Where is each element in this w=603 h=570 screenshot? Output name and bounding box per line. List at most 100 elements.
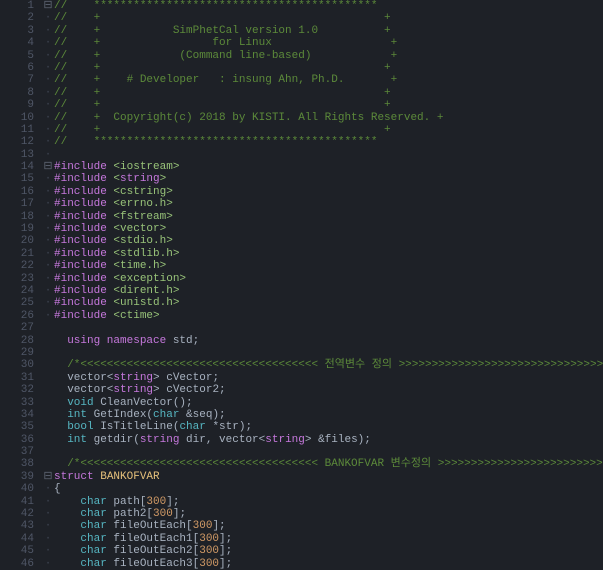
line-number: 39	[0, 471, 34, 483]
fold-guide: ·	[42, 508, 54, 520]
code-line[interactable]: char fileOutEach3[300];	[54, 558, 603, 570]
code-line[interactable]: vector<string> cVector2;	[54, 384, 603, 396]
line-number: 27	[0, 322, 34, 334]
line-number: 34	[0, 409, 34, 421]
line-number: 30	[0, 359, 34, 371]
fold-guide: ·	[42, 483, 54, 495]
fold-guide: ·	[42, 12, 54, 24]
fold-guide: ·	[42, 496, 54, 508]
code-line[interactable]	[54, 347, 603, 359]
line-number: 42	[0, 508, 34, 520]
line-number: 12	[0, 136, 34, 148]
line-number: 11	[0, 124, 34, 136]
line-number: 19	[0, 223, 34, 235]
line-number: 31	[0, 372, 34, 384]
code-line[interactable]: char path[300];	[54, 496, 603, 508]
code-line[interactable]: // + # Developer : insung Ahn, Ph.D. +	[54, 74, 603, 86]
code-line[interactable]: // *************************************…	[54, 136, 603, 148]
line-number: 37	[0, 446, 34, 458]
code-line[interactable]: {	[54, 483, 603, 495]
code-line[interactable]: // + SimPhetCal version 1.0 +	[54, 25, 603, 37]
line-number: 44	[0, 533, 34, 545]
fold-toggle-icon[interactable]: ⊟	[42, 471, 54, 483]
fold-guide	[42, 372, 54, 384]
fold-guide: ·	[42, 248, 54, 260]
fold-guide: ·	[42, 112, 54, 124]
fold-toggle-icon[interactable]: ⊟	[42, 161, 54, 173]
code-line[interactable]: #include <cstring>	[54, 186, 603, 198]
code-line[interactable]: #include <vector>	[54, 223, 603, 235]
code-line[interactable]: // + +	[54, 62, 603, 74]
line-number: 6	[0, 62, 34, 74]
line-number: 22	[0, 260, 34, 272]
line-number: 32	[0, 384, 34, 396]
code-line[interactable]: // + +	[54, 99, 603, 111]
fold-guide: ·	[42, 285, 54, 297]
line-number: 16	[0, 186, 34, 198]
code-line[interactable]: struct BANKOFVAR	[54, 471, 603, 483]
code-line[interactable]: // + +	[54, 12, 603, 24]
code-area[interactable]: // *************************************…	[54, 0, 603, 570]
code-line[interactable]: char fileOutEach1[300];	[54, 533, 603, 545]
code-line[interactable]: int GetIndex(char &seq);	[54, 409, 603, 421]
fold-guide: ·	[42, 273, 54, 285]
line-number: 3	[0, 25, 34, 37]
line-number: 21	[0, 248, 34, 260]
line-number: 36	[0, 434, 34, 446]
code-line[interactable]: #include <time.h>	[54, 260, 603, 272]
code-line[interactable]: #include <errno.h>	[54, 198, 603, 210]
line-number: 10	[0, 112, 34, 124]
code-line[interactable]: /*<<<<<<<<<<<<<<<<<<<<<<<<<<<<<<<<<<<< B…	[54, 458, 603, 470]
code-line[interactable]: char fileOutEach[300];	[54, 520, 603, 532]
code-line[interactable]: vector<string> cVector;	[54, 372, 603, 384]
line-number: 29	[0, 347, 34, 359]
code-line[interactable]: // + Copyright(c) 2018 by KISTI. All Rig…	[54, 112, 603, 124]
line-number: 24	[0, 285, 34, 297]
code-line[interactable]: #include <iostream>	[54, 161, 603, 173]
code-line[interactable]: // + +	[54, 124, 603, 136]
code-line[interactable]: #include <dirent.h>	[54, 285, 603, 297]
fold-guide	[42, 384, 54, 396]
fold-column[interactable]: ⊟············⊟············⊟·······	[42, 0, 54, 570]
code-line[interactable]: #include <stdio.h>	[54, 235, 603, 247]
code-line[interactable]: void CleanVector();	[54, 397, 603, 409]
code-line[interactable]: #include <exception>	[54, 273, 603, 285]
code-line[interactable]: #include <ctime>	[54, 310, 603, 322]
fold-toggle-icon[interactable]: ⊟	[42, 0, 54, 12]
fold-guide: ·	[42, 124, 54, 136]
code-line[interactable]: int getdir(string dir, vector<string> &f…	[54, 434, 603, 446]
line-number: 40	[0, 483, 34, 495]
fold-guide: ·	[42, 545, 54, 557]
line-number: 35	[0, 421, 34, 433]
code-line[interactable]	[54, 149, 603, 161]
fold-guide: ·	[42, 558, 54, 570]
line-number: 33	[0, 397, 34, 409]
line-number: 1	[0, 0, 34, 12]
code-line[interactable]: #include <unistd.h>	[54, 297, 603, 309]
line-number: 43	[0, 520, 34, 532]
code-line[interactable]: // + +	[54, 87, 603, 99]
code-line[interactable]: char fileOutEach2[300];	[54, 545, 603, 557]
fold-guide: ·	[42, 74, 54, 86]
line-number: 4	[0, 37, 34, 49]
code-line[interactable]: // + for Linux +	[54, 37, 603, 49]
code-line[interactable]: #include <string>	[54, 173, 603, 185]
fold-guide	[42, 397, 54, 409]
code-line[interactable]	[54, 446, 603, 458]
code-editor[interactable]: 1234567891011121314151617181920212223242…	[0, 0, 603, 570]
code-line[interactable]: char path2[300];	[54, 508, 603, 520]
code-line[interactable]	[54, 322, 603, 334]
code-line[interactable]: using namespace std;	[54, 335, 603, 347]
code-line[interactable]: #include <stdlib.h>	[54, 248, 603, 260]
code-line[interactable]: /*<<<<<<<<<<<<<<<<<<<<<<<<<<<<<<<<<<<< 전…	[54, 359, 603, 371]
fold-guide: ·	[42, 136, 54, 148]
code-line[interactable]: // + (Command line-based) +	[54, 50, 603, 62]
fold-guide	[42, 458, 54, 470]
code-line[interactable]: bool IsTitleLine(char *str);	[54, 421, 603, 433]
fold-guide: ·	[42, 310, 54, 322]
code-line[interactable]: #include <fstream>	[54, 211, 603, 223]
fold-guide: ·	[42, 211, 54, 223]
line-number: 17	[0, 198, 34, 210]
fold-guide	[42, 421, 54, 433]
code-line[interactable]: // *************************************…	[54, 0, 603, 12]
